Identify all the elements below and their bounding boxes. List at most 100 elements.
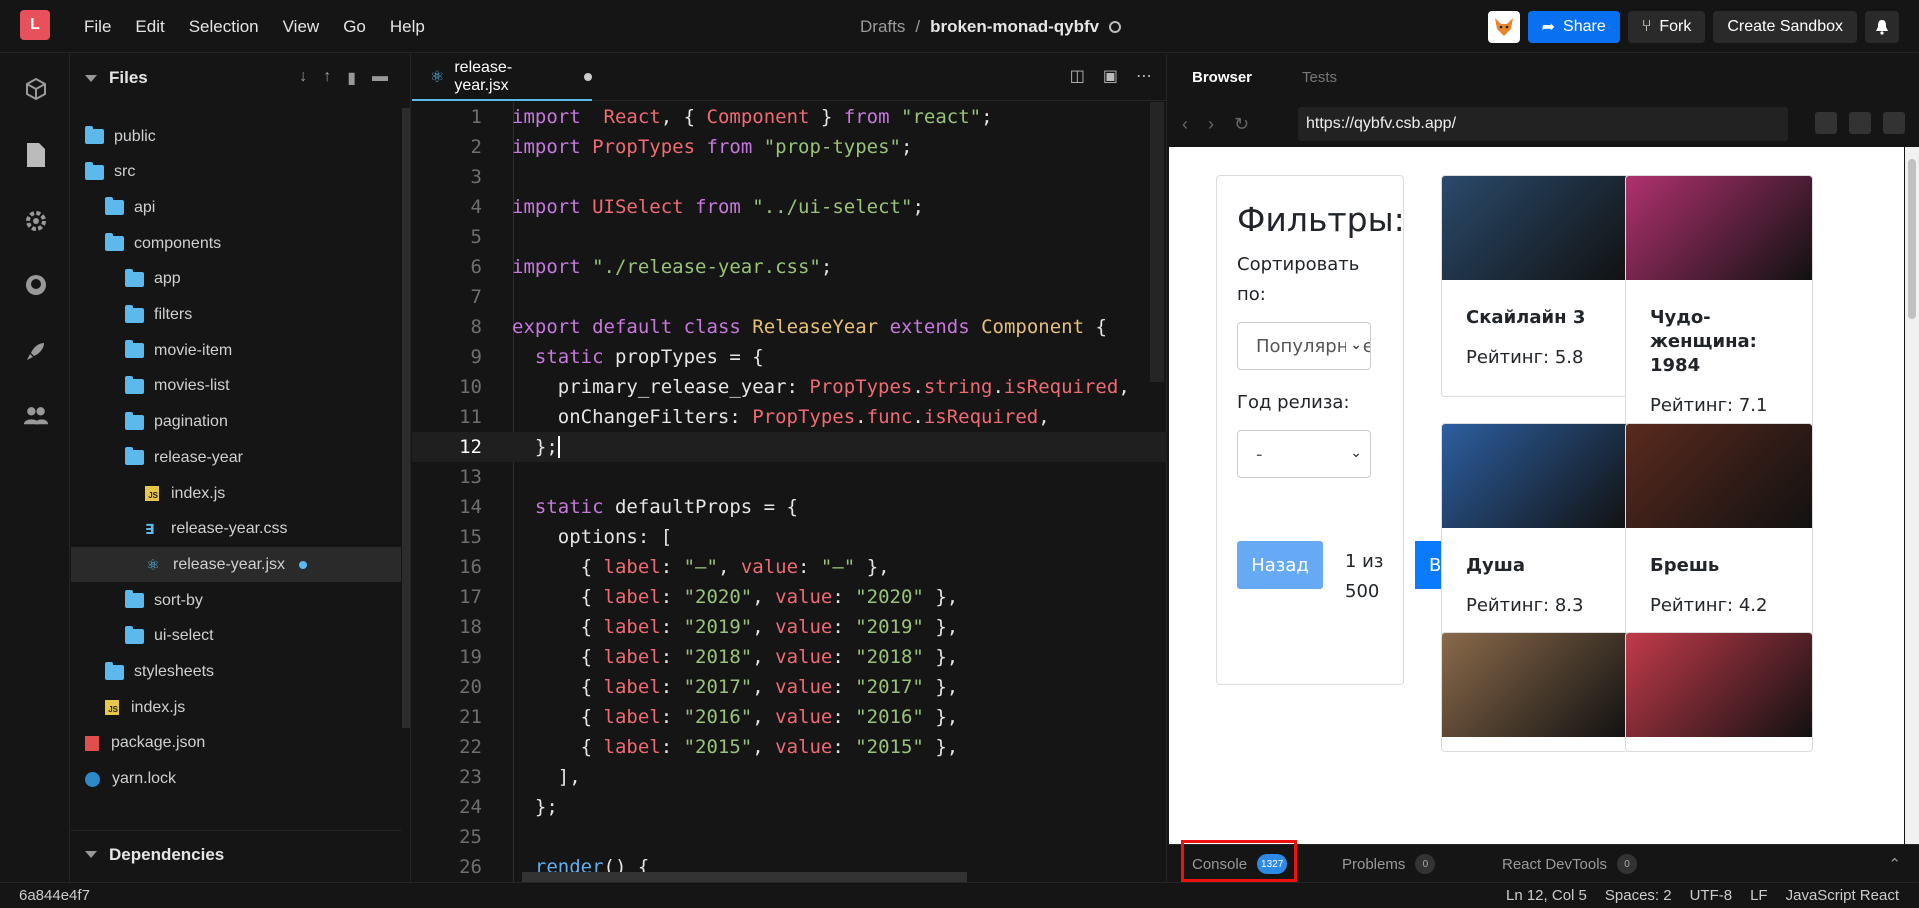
- refresh-icon[interactable]: ↻: [1234, 114, 1249, 135]
- tree-item-release-year-css[interactable]: ∃ release-year.css: [71, 512, 401, 547]
- line-ending[interactable]: LF: [1750, 887, 1768, 904]
- menu-edit[interactable]: Edit: [123, 0, 176, 53]
- movie-card[interactable]: Душа Рейтинг: 8.3: [1441, 423, 1629, 645]
- code-line[interactable]: 13: [412, 462, 1167, 492]
- movie-poster[interactable]: [1442, 633, 1628, 737]
- code-line[interactable]: 11 onChangeFilters: PropTypes.func.isReq…: [412, 402, 1167, 432]
- code-line[interactable]: 14 static defaultProps = {: [412, 492, 1167, 522]
- back-button[interactable]: Назад: [1237, 541, 1323, 589]
- tab-release-year-jsx[interactable]: ⚛ release-year.jsx: [412, 54, 592, 101]
- movie-card[interactable]: Чудо-женщина: 1984 Рейтинг: 7.1: [1625, 175, 1813, 445]
- menu-go[interactable]: Go: [331, 0, 378, 53]
- code-line[interactable]: 20 { label: "2017", value: "2017" },: [412, 672, 1167, 702]
- code-line[interactable]: 1 import React, { Component } from "react…: [412, 102, 1167, 132]
- code-line[interactable]: 10 primary_release_year: PropTypes.strin…: [412, 372, 1167, 402]
- tree-item-api[interactable]: api: [71, 190, 401, 225]
- sort-select[interactable]: Популярные ⌄: [1237, 322, 1371, 370]
- code-line[interactable]: 6 import "./release-year.css";: [412, 252, 1167, 282]
- movie-poster[interactable]: [1626, 424, 1812, 528]
- commit-hash[interactable]: 6a844e4f7: [19, 887, 90, 904]
- movie-poster[interactable]: [1442, 424, 1628, 528]
- code-line[interactable]: 15 options: [: [412, 522, 1167, 552]
- movie-card[interactable]: [1625, 632, 1813, 752]
- new-tab-icon[interactable]: [1883, 112, 1905, 134]
- code-line[interactable]: 24 };: [412, 792, 1167, 822]
- movie-poster[interactable]: [1442, 176, 1628, 280]
- year-select[interactable]: - ⌄: [1237, 430, 1371, 478]
- user-avatar[interactable]: [1487, 10, 1520, 43]
- fork-button[interactable]: ⑂ Fork: [1627, 10, 1706, 43]
- team-icon[interactable]: [23, 402, 49, 428]
- editor-scrollbar[interactable]: [1150, 102, 1164, 382]
- tree-item-release-year-jsx[interactable]: ⚛ release-year.jsx: [71, 547, 401, 583]
- tree-item-yarn-lock[interactable]: yarn.lock: [71, 762, 401, 797]
- tab-browser[interactable]: Browser: [1192, 69, 1252, 86]
- tab-problems[interactable]: Problems 0: [1342, 845, 1436, 883]
- tree-item-movies-list[interactable]: movies-list: [71, 369, 401, 404]
- breadcrumb-parent[interactable]: Drafts: [860, 17, 905, 37]
- tree-item-public[interactable]: public: [71, 119, 401, 154]
- tree-item-index-js[interactable]: JS index.js: [71, 476, 401, 511]
- movie-card[interactable]: Скайлайн 3 Рейтинг: 5.8: [1441, 175, 1629, 397]
- file-icon[interactable]: [23, 142, 49, 168]
- code-line[interactable]: 9 static propTypes = {: [412, 342, 1167, 372]
- responsive-icon[interactable]: [1815, 112, 1837, 134]
- code-line[interactable]: 8 export default class ReleaseYear extend…: [412, 312, 1167, 342]
- code-line[interactable]: 23 ],: [412, 762, 1167, 792]
- code-line[interactable]: 17 { label: "2020", value: "2020" },: [412, 582, 1167, 612]
- tree-item-pagination[interactable]: pagination: [71, 405, 401, 440]
- app-logo[interactable]: L: [20, 10, 50, 40]
- dependencies-header[interactable]: Dependencies: [71, 830, 401, 878]
- code-line[interactable]: 21 { label: "2016", value: "2016" },: [412, 702, 1167, 732]
- tree-item-app[interactable]: app: [71, 262, 401, 297]
- menu-view[interactable]: View: [271, 0, 332, 53]
- preview-scrollbar[interactable]: [1905, 147, 1919, 847]
- tree-item-index-js[interactable]: JS index.js: [71, 690, 401, 725]
- language-mode[interactable]: JavaScript React: [1786, 887, 1899, 904]
- sidebar-scrollbar[interactable]: [402, 108, 410, 728]
- new-folder-icon[interactable]: ▬: [372, 68, 388, 88]
- tree-item-ui-select[interactable]: ui-select: [71, 619, 401, 654]
- tree-item-release-year[interactable]: release-year: [71, 440, 401, 475]
- menu-help[interactable]: Help: [378, 0, 437, 53]
- movie-card[interactable]: [1441, 632, 1629, 752]
- forward-arrow-icon[interactable]: ›: [1208, 114, 1214, 135]
- sort-up-icon[interactable]: ↑: [323, 68, 331, 88]
- movie-poster[interactable]: [1626, 633, 1812, 737]
- notifications-bell-icon[interactable]: [1865, 10, 1899, 43]
- gear-icon[interactable]: [23, 208, 49, 234]
- github-icon[interactable]: [23, 272, 49, 298]
- collapse-caret-icon[interactable]: [85, 74, 97, 82]
- sort-down-icon[interactable]: ↓: [299, 68, 307, 88]
- menu-file[interactable]: File: [72, 0, 123, 53]
- code-line[interactable]: 5: [412, 222, 1167, 252]
- movie-poster[interactable]: [1626, 176, 1812, 280]
- code-line[interactable]: 16 { label: "–", value: "–" },: [412, 552, 1167, 582]
- indentation[interactable]: Spaces: 2: [1605, 887, 1672, 904]
- code-line[interactable]: 18 { label: "2019", value: "2019" },: [412, 612, 1167, 642]
- unsaved-dot-icon[interactable]: [584, 72, 592, 81]
- share-button[interactable]: ➦ Share: [1527, 10, 1620, 43]
- code-area[interactable]: 1 import React, { Component } from "react…: [412, 102, 1167, 882]
- cube-icon[interactable]: [23, 76, 49, 102]
- tree-item-stylesheets[interactable]: stylesheets: [71, 655, 401, 690]
- code-line[interactable]: 19 { label: "2018", value: "2018" },: [412, 642, 1167, 672]
- tree-item-movie-item[interactable]: movie-item: [71, 333, 401, 368]
- more-options-icon[interactable]: ⋯: [1136, 66, 1152, 86]
- scroll-thumb[interactable]: [1908, 159, 1916, 319]
- new-file-icon[interactable]: ▮: [347, 68, 356, 88]
- expand-panel-icon[interactable]: ⌃: [1888, 855, 1901, 873]
- split-view-icon[interactable]: ◫: [1070, 66, 1085, 86]
- code-line[interactable]: 3: [412, 162, 1167, 192]
- create-sandbox-button[interactable]: Create Sandbox: [1713, 10, 1857, 43]
- open-window-icon[interactable]: [1849, 112, 1871, 134]
- code-line[interactable]: 2 import PropTypes from "prop-types";: [412, 132, 1167, 162]
- cursor-position[interactable]: Ln 12, Col 5: [1506, 887, 1587, 904]
- deps-caret-icon[interactable]: [85, 851, 97, 858]
- movie-card[interactable]: Брешь Рейтинг: 4.2: [1625, 423, 1813, 645]
- code-line[interactable]: 7: [412, 282, 1167, 312]
- preview-icon[interactable]: ▣: [1103, 66, 1118, 86]
- rocket-icon[interactable]: [23, 338, 49, 364]
- tree-item-components[interactable]: components: [71, 226, 401, 261]
- code-line[interactable]: 22 { label: "2015", value: "2015" },: [412, 732, 1167, 762]
